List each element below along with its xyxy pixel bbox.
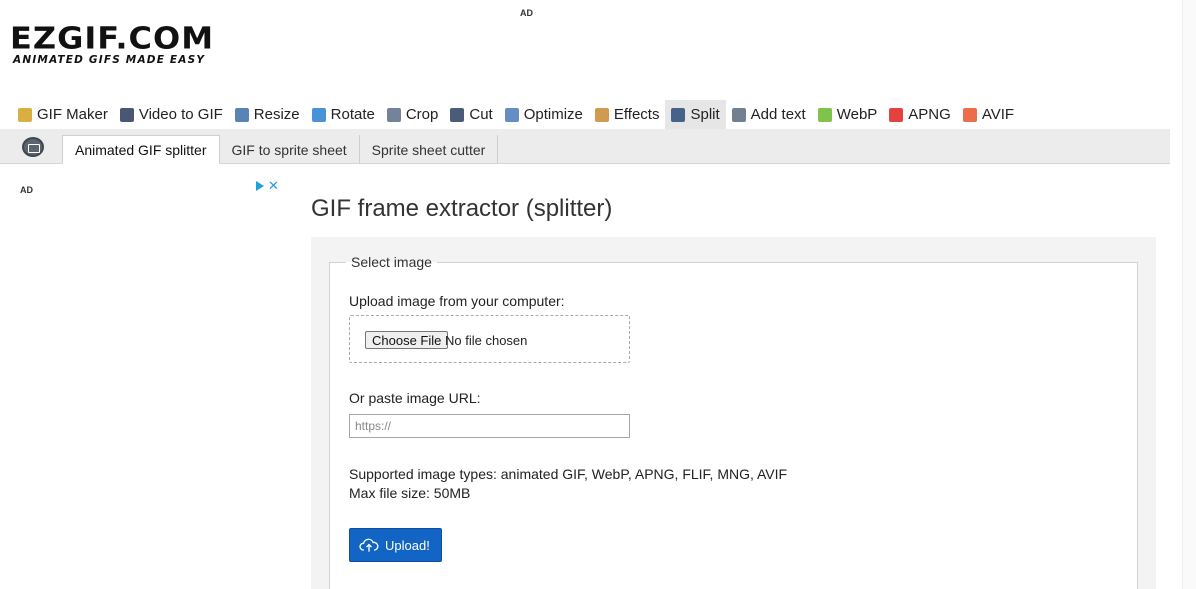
nav-item-resize[interactable]: Resize — [229, 100, 306, 129]
ad-label-sidebar: AD — [20, 185, 33, 195]
nav-item-label: GIF Maker — [37, 106, 108, 123]
optimize-icon — [504, 107, 519, 122]
apng-icon — [889, 107, 904, 122]
resize-icon — [234, 107, 249, 122]
nav-item-label: AVIF — [981, 106, 1015, 123]
nav-item-split[interactable]: Split — [665, 100, 726, 129]
page: EZGIF.COM ANIMATED GIFS MADE EASY AD GIF… — [0, 0, 1196, 589]
tab-sprite-sheet-cutter[interactable]: Sprite sheet cutter — [360, 135, 499, 164]
nav-item-webp[interactable]: WebP — [812, 100, 884, 129]
scrollbar[interactable] — [1182, 0, 1196, 589]
nav-item-label: WebP — [836, 106, 878, 123]
file-drop-zone[interactable]: Choose File No file chosen — [349, 315, 630, 363]
page-title: GIF frame extractor (splitter) — [311, 195, 613, 222]
cut-icon — [450, 107, 465, 122]
site-logo[interactable]: EZGIF.COM ANIMATED GIFS MADE EASY — [10, 20, 220, 66]
nav-item-label: Effects — [613, 106, 660, 123]
ad-label-top: AD — [520, 8, 533, 18]
sub-tabs: Animated GIF splitter GIF to sprite sheet… — [62, 135, 499, 164]
main-nav: GIF Maker Video to GIF Resize Rotate Crop Cut… — [12, 100, 1020, 129]
nav-item-effects[interactable]: Effects — [589, 100, 666, 129]
film-icon — [119, 107, 134, 122]
upload-panel: Select image Upload image from your comp… — [311, 237, 1156, 589]
cloud-upload-icon — [359, 538, 379, 552]
upload-button[interactable]: Upload! — [349, 528, 442, 562]
upload-button-label: Upload! — [385, 537, 430, 553]
nav-item-label: APNG — [908, 106, 951, 123]
rotate-icon — [311, 107, 326, 122]
header: EZGIF.COM ANIMATED GIFS MADE EASY AD — [0, 0, 1196, 100]
supported-types-text: Supported image types: animated GIF, Web… — [349, 466, 788, 482]
nav-item-crop[interactable]: Crop — [381, 100, 445, 129]
nav-item-label: Cut — [469, 106, 493, 123]
crop-icon — [386, 107, 401, 122]
split-tool-icon — [22, 137, 44, 157]
nav-item-add-text[interactable]: Add text — [726, 100, 812, 129]
no-file-text: No file chosen — [445, 333, 528, 348]
max-size-text: Max file size: 50MB — [349, 485, 471, 501]
nav-item-cut[interactable]: Cut — [444, 100, 498, 129]
webp-icon — [817, 107, 832, 122]
split-icon — [671, 107, 686, 122]
select-image-fieldset: Select image Upload image from your comp… — [329, 254, 1138, 589]
url-label: Or paste image URL: — [349, 390, 481, 406]
gif-maker-icon — [18, 107, 32, 122]
nav-item-label: Add text — [750, 106, 806, 123]
add-text-icon — [731, 107, 746, 122]
nav-item-label: Optimize — [523, 106, 583, 123]
nav-item-gif-maker[interactable]: GIF Maker — [12, 100, 114, 129]
nav-item-label: Resize — [253, 106, 300, 123]
sub-nav: Animated GIF splitter GIF to sprite sheet… — [0, 129, 1170, 164]
tab-animated-gif-splitter[interactable]: Animated GIF splitter — [62, 135, 220, 164]
upload-label: Upload image from your computer: — [349, 293, 565, 309]
nav-item-label: Split — [690, 106, 720, 123]
adchoices[interactable]: ✕ — [256, 179, 279, 192]
nav-item-apng[interactable]: APNG — [883, 100, 957, 129]
adchoices-icon[interactable] — [256, 181, 264, 191]
nav-item-label: Video to GIF — [138, 106, 223, 123]
nav-item-optimize[interactable]: Optimize — [499, 100, 589, 129]
nav-item-label: Crop — [405, 106, 439, 123]
image-url-input[interactable] — [349, 414, 630, 438]
choose-file-button[interactable]: Choose File — [365, 331, 449, 349]
close-ad-icon[interactable]: ✕ — [268, 179, 279, 192]
nav-item-avif[interactable]: AVIF — [957, 100, 1020, 129]
nav-item-rotate[interactable]: Rotate — [306, 100, 381, 129]
fieldset-legend: Select image — [346, 254, 437, 270]
logo-wordmark: EZGIF.COM — [10, 20, 215, 57]
tab-gif-to-sprite-sheet[interactable]: GIF to sprite sheet — [220, 135, 360, 164]
nav-item-label: Rotate — [330, 106, 375, 123]
nav-item-video-to-gif[interactable]: Video to GIF — [114, 100, 229, 129]
palette-icon — [594, 107, 609, 122]
avif-icon — [962, 107, 977, 122]
